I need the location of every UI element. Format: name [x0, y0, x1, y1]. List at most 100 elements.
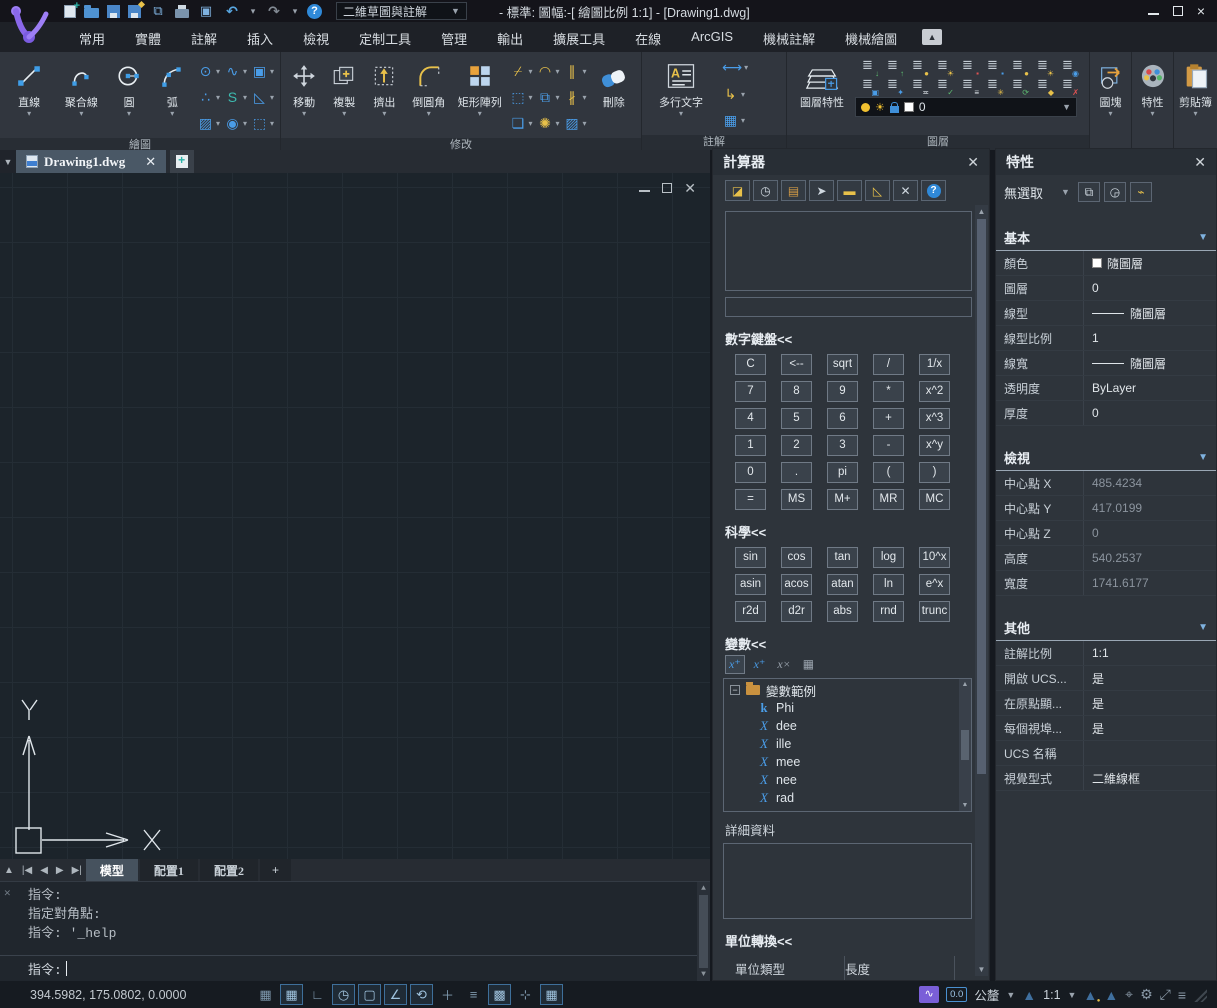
layout-tab[interactable]: 配置1 — [140, 859, 198, 881]
align-icon[interactable]: ⧉▾ — [536, 89, 559, 106]
brand-badge-icon[interactable]: ∿ — [919, 986, 939, 1003]
undo-caret-icon[interactable] — [249, 3, 257, 19]
ribbon-tab[interactable]: 註解 — [176, 22, 232, 52]
calc-button[interactable]: 8 — [781, 381, 812, 402]
annotation-monitor-icon[interactable]: ▲ — [1104, 987, 1118, 1003]
calc-button[interactable]: 6 — [827, 408, 858, 429]
property-row[interactable]: UCS 名稱 — [996, 741, 1216, 766]
calc-button[interactable]: / — [873, 354, 904, 375]
new-drawing-button[interactable] — [170, 150, 194, 173]
new-variable-icon[interactable]: x⁺ — [725, 655, 745, 674]
calculator-scrollbar[interactable]: ▲▼ — [975, 205, 988, 976]
section-header[interactable]: 其他 ▼ — [996, 618, 1216, 641]
layout-tab[interactable]: 模型 — [86, 859, 138, 881]
calc-button[interactable]: d2r — [781, 601, 812, 622]
batch-plot-icon[interactable] — [149, 3, 167, 19]
scientific-section-label[interactable]: 科學<< — [725, 522, 974, 541]
layer-all-off-icon[interactable]: ✗ — [1055, 76, 1080, 95]
ribbon-tab[interactable]: 插入 — [232, 22, 288, 52]
region-icon[interactable]: ◺▾ — [251, 89, 274, 106]
selection-cycling-icon[interactable]: ⌖ — [1125, 986, 1133, 1003]
dynamic-input-badge[interactable]: 0.0 — [946, 987, 967, 1002]
delete-variable-icon[interactable]: x× — [774, 656, 793, 673]
object-snap-icon[interactable]: ▢ — [358, 984, 381, 1005]
help-icon[interactable] — [307, 4, 322, 19]
calc-button[interactable]: ln — [873, 574, 904, 595]
revcloud-icon[interactable]: ⬚▾ — [251, 115, 274, 132]
property-row[interactable]: 線型比例 1 — [996, 326, 1216, 351]
calc-button[interactable]: 9 — [827, 381, 858, 402]
leader-icon[interactable]: ↳▾ — [722, 86, 748, 103]
hatch-display-icon[interactable]: ▩ — [488, 984, 511, 1005]
polar-tracking-icon[interactable]: ◷ — [332, 984, 355, 1005]
calculator-input-box[interactable] — [725, 297, 972, 317]
calc-button[interactable]: . — [781, 462, 812, 483]
prev-layout-icon[interactable]: ◀ — [36, 859, 52, 881]
distance-icon[interactable]: ▬ — [837, 180, 862, 201]
calc-button[interactable]: MS — [781, 489, 812, 510]
maximize-button[interactable] — [1173, 6, 1183, 16]
stretch-button[interactable]: 擠出▾ — [365, 56, 403, 118]
angle-icon[interactable]: ◺ — [865, 180, 890, 201]
command-scrollbar[interactable]: ▲▼ — [697, 882, 710, 981]
property-row[interactable]: 透明度 ByLayer — [996, 376, 1216, 401]
units-section-label[interactable]: 單位轉換<< — [725, 931, 974, 950]
trim-icon[interactable]: ⌿▾ — [509, 63, 532, 80]
block-panel-collapsed[interactable]: 圖塊▾ — [1090, 52, 1132, 150]
break-icon[interactable]: ∦▾ — [563, 89, 586, 106]
selection-dropdown[interactable]: 無選取 — [1004, 183, 1043, 202]
grid-display-icon[interactable]: ▦ — [254, 984, 277, 1005]
property-row[interactable]: 註解比例 1:1 — [996, 641, 1216, 666]
calc-button[interactable]: log — [873, 547, 904, 568]
ribbon-tab[interactable]: 檢視 — [288, 22, 344, 52]
move-button[interactable]: 移動▾ — [285, 56, 323, 118]
point-icon[interactable]: ∴▾ — [197, 89, 220, 106]
match-properties-icon[interactable]: ∥▾ — [563, 63, 586, 80]
variable-row[interactable]: k Phi — [724, 699, 971, 717]
properties-panel-collapsed[interactable]: 特性▾ — [1132, 52, 1174, 150]
layer-walk-icon[interactable]: ✦ — [880, 76, 905, 95]
layer-on-icon[interactable]: ↑ — [880, 57, 905, 76]
ribbon-tab[interactable]: 在線 — [620, 22, 676, 52]
command-window[interactable]: ✕ 指令:指定對角點:指令: '_help 指令: ▲▼ — [0, 881, 710, 981]
object-snap-tracking-icon[interactable]: ⟲ — [410, 984, 433, 1005]
layoutbar-collapse-icon[interactable]: ▲ — [0, 859, 18, 881]
property-row[interactable]: 開啟 UCS... 是 — [996, 666, 1216, 691]
command-input[interactable]: 指令: — [0, 955, 710, 981]
calc-button[interactable]: - — [873, 435, 904, 456]
calc-button[interactable]: ) — [919, 462, 950, 483]
property-row[interactable]: 厚度 0 — [996, 401, 1216, 426]
calc-button[interactable]: MR — [873, 489, 904, 510]
calc-button[interactable]: MC — [919, 489, 950, 510]
property-row[interactable]: 寬度 1741.6177 — [996, 571, 1216, 596]
property-row[interactable]: 線寬 隨圖層 — [996, 351, 1216, 376]
properties-title-bar[interactable]: 特性 ✕ — [996, 149, 1216, 175]
calculator-history-box[interactable] — [725, 211, 972, 291]
calc-button[interactable]: atan — [827, 574, 858, 595]
select-objects-icon[interactable]: ◶ — [1104, 182, 1126, 202]
minimize-button[interactable] — [1148, 13, 1159, 15]
ribbon-tab[interactable]: ArcGIS — [676, 22, 748, 52]
clipboard-panel-collapsed[interactable]: 剪貼簿▾ — [1174, 52, 1217, 150]
first-layout-icon[interactable]: |◀ — [18, 859, 36, 881]
workspace-dropdown[interactable]: 二維草圖與註解 ▼ — [336, 2, 467, 20]
viewport-icon[interactable]: ▦ — [540, 984, 563, 1005]
ribbon-tab[interactable]: 定制工具 — [344, 22, 426, 52]
drawing-tab[interactable]: Drawing1.dwg ✕ — [16, 150, 166, 173]
ortho-icon[interactable]: ∟ — [306, 984, 329, 1005]
spline-cv-icon[interactable]: S▾ — [224, 89, 247, 105]
calc-button[interactable]: asin — [735, 574, 766, 595]
calc-button[interactable]: rnd — [873, 601, 904, 622]
save-as-icon[interactable] — [128, 5, 141, 18]
layer-lock-icon[interactable]: ▪ — [980, 57, 1005, 76]
circle-button[interactable]: 圓▾ — [108, 56, 149, 118]
close-button[interactable]: × — [1197, 6, 1205, 16]
variable-row[interactable]: X dee — [724, 717, 971, 735]
toggle-pickadd-icon[interactable]: ⧉ — [1078, 182, 1100, 202]
calc-button[interactable]: trunc — [919, 601, 950, 622]
help-icon[interactable]: ? — [921, 180, 946, 201]
center-mark-icon[interactable]: ⊙▾ — [197, 63, 220, 80]
lineweight-icon[interactable]: ＋ — [436, 984, 459, 1005]
ribbon-tab[interactable]: 機械繪圖 — [830, 22, 912, 52]
calc-button[interactable]: acos — [781, 574, 812, 595]
